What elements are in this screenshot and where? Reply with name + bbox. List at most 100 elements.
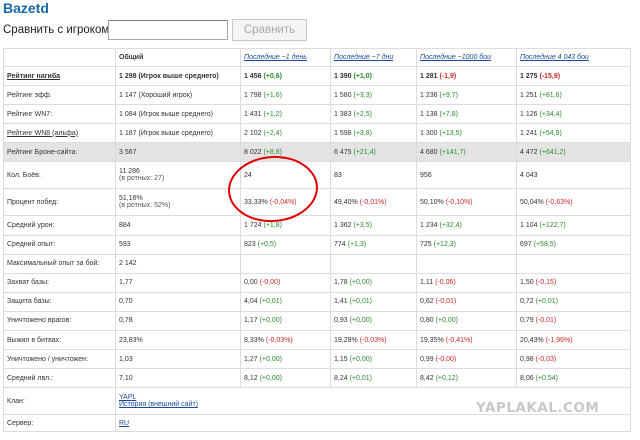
cell-delta: (+0,01) [535,298,558,306]
cell-value: 4 472 [520,148,538,156]
cell-value: 19,28% [334,336,358,344]
player-search-input[interactable] [108,20,228,40]
cell-delta: (+122,7) [539,222,566,230]
cell-value: 1 431 [244,110,262,118]
cell-delta: (+2,5) [353,110,372,118]
cell-value: 593 [119,241,131,249]
table-cell: 49,40% (-0,01%) [330,188,417,217]
cell-delta: (+0,00) [259,374,282,382]
cell-delta: (-0,00) [435,355,457,363]
cell-delta: (+34,4) [539,110,562,118]
cell-value: 0,98 [520,355,534,363]
table-cell: 0,70 [115,291,241,312]
cell-value: 1 298 (Игрок выше среднего) [119,72,219,80]
cell-delta: (+7,8) [439,110,458,118]
cell-value: 1 724 [244,222,262,230]
table-row: Средний лвл.: 7,10 8,12 (+0,00) 8,24 (+0,01… [3,368,631,389]
table-cell: 11 286 (в ротных: 27) [115,161,241,190]
cell-delta: (-0,01) [535,317,557,325]
table-row: Рейтинг эфф. 1 147 (Хороший игрок) 1 798 (… [3,85,631,106]
table-cell: 23,83% [115,330,241,351]
table-cell: 1 104 (+122,7) [516,215,631,236]
cell-value: 1 147 (Хороший игрок) [119,91,193,99]
table-row: Рейтинг WN7: 1 084 (Игрок выше среднего) 1… [3,104,631,125]
cell-delta: (+0,01) [349,374,372,382]
table-cell: 697 (+58,5) [516,234,631,255]
table-row: Выжил в битвах: 23,83% 8,33% (-0,03%) 19,28… [3,330,631,351]
cell-delta: (-0,06) [435,279,456,287]
row-label[interactable]: Рейтинг WN8 (альфа) [3,123,116,144]
cell-delta: (+1,8) [263,222,282,230]
cell-value: 0,62 [420,298,434,306]
compare-button[interactable]: Сравнить [232,19,307,41]
table-cell: 4 680 (+141,7) [416,142,517,163]
table-cell: 1,15 (+0,00) [330,349,417,370]
table-cell [240,253,331,274]
table-cell: 1,78 (+0,00) [330,272,417,293]
header-last-4043-battles-link[interactable]: Последние 4 043 бои [516,48,631,67]
cell-delta: (+0,01) [259,298,282,306]
row-label: Рейтинг эфф. [3,85,116,106]
cell-value: 1 187 (Игрок выше среднего) [119,129,213,137]
table-cell: 1,27 (+0,00) [240,349,331,370]
row-label[interactable]: Рейтинг нагиба [3,65,116,87]
table-cell: 1 147 (Хороший игрок) [115,85,241,106]
cell-delta: (+0,6) [263,72,282,80]
compare-label: Сравнить с игроком [3,24,110,36]
app-title: Bazetd [3,0,49,16]
table-cell: 1 084 (Игрок выше среднего) [115,104,241,125]
cell-value: 1 456 [244,72,262,80]
cell-delta: (+13,5) [439,129,462,137]
table-cell: 1 187 (Игрок выше среднего) [115,123,241,144]
cell-delta: (+0,54) [535,374,558,382]
table-cell: 83 [330,161,417,190]
table-cell: 593 [115,234,241,255]
cell-delta: (+21,4) [353,148,376,156]
table-cell: 1 241 (+54,9) [516,123,631,144]
header-last-1000-battles-link[interactable]: Последние ~1000 бои [416,48,517,67]
server-link[interactable]: RU [119,420,129,427]
server-row: Сервер: RU [3,414,631,433]
table-cell: 1,17 (+0,00) [240,310,331,332]
table-cell: 774 (+1,3) [330,234,417,255]
cell-value: 1 084 (Игрок выше среднего) [119,110,213,118]
cell-value: 8,12 [244,374,258,382]
cell-subvalue: (в ротных: 27) [119,175,165,183]
table-row: Уничтожено / уничтожен: 1,03 1,27 (+0,00) 1… [3,349,631,370]
cell-delta: (-15,9) [539,72,561,80]
header-overall: Общий [115,48,241,67]
cell-value: 1 126 [520,110,538,118]
table-cell: 8,24 (+0,01) [330,368,417,389]
table-cell: 1,03 [115,349,241,370]
cell-delta: (+0,5) [257,241,277,249]
cell-value: 1 390 [334,72,352,80]
cell-value: 0,99 [420,355,434,363]
cell-value: 1 275 [520,72,538,80]
cell-value: 0,93 [334,317,348,325]
cell-value: 1 138 [420,110,438,118]
header-last-7-days-link[interactable]: Последние ~7 дни [330,48,417,67]
table-cell: 8,06 (+0,54) [516,368,631,389]
table-cell: 0,93 (+0,00) [330,310,417,332]
table-cell: 1 298 (Игрок выше среднего) [115,65,241,87]
cell-value: 8,24 [334,374,348,382]
row-label: Захват базы: [3,272,116,293]
table-cell: 19,28% (-0,03%) [330,330,417,351]
cell-value: 20,43% [520,336,544,344]
cell-value: 4 680 [420,148,438,156]
cell-delta: (-0,03%) [359,336,387,344]
table-cell [416,253,517,274]
cell-delta: (-0,10%) [445,198,473,206]
cell-delta: (-0,03%) [265,336,293,344]
table-cell: 6 475 (+21,4) [330,142,417,163]
cell-value: 3 567 [119,148,137,156]
table-row: Уничтожено врагов: 0,78 1,17 (+0,00) 0,93 (… [3,310,631,332]
cell-delta: (+58,5) [533,241,557,249]
cell-value: 1 383 [334,110,352,118]
cell-delta: (+1,6) [263,91,282,99]
table-cell: 0,99 (-0,00) [416,349,517,370]
header-last-day-link[interactable]: Последние ~1 день [240,48,331,67]
cell-delta: (+641,2) [539,148,566,156]
table-cell: 1 138 (+7,8) [416,104,517,125]
cell-value: 50,10% [420,198,444,206]
